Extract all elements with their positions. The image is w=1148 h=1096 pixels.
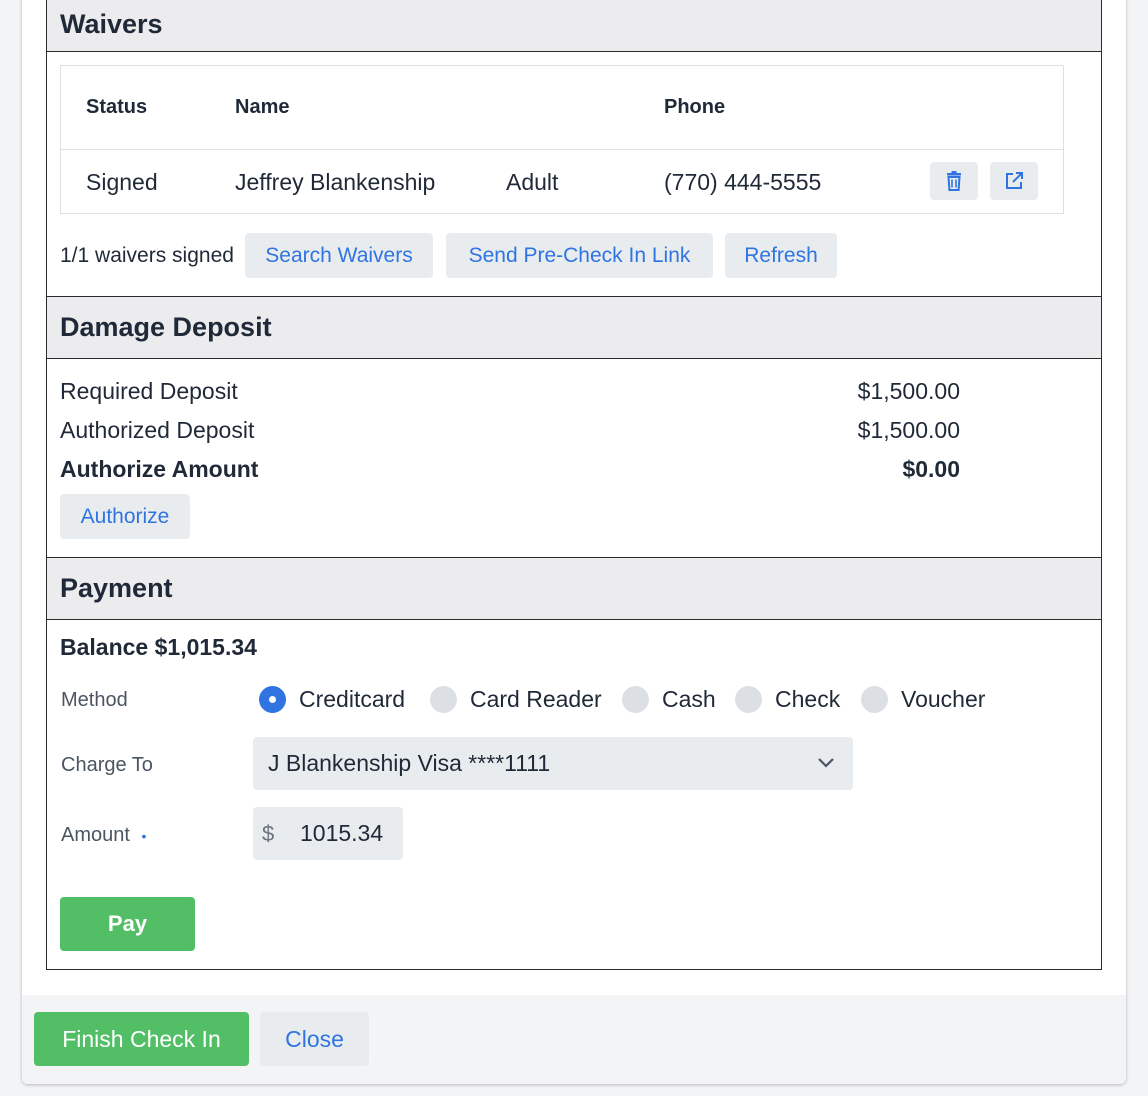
modal-footer: Finish Check In Close	[22, 995, 1126, 1084]
waiver-type: Adult	[506, 169, 559, 195]
close-button[interactable]: Close	[260, 1012, 369, 1066]
finish-check-in-button[interactable]: Finish Check In	[34, 1012, 249, 1066]
authorize-button[interactable]: Authorize	[60, 494, 190, 539]
row-divider	[61, 149, 1063, 150]
method-option-label: Cash	[662, 686, 716, 712]
method-option-label: Creditcard	[299, 686, 406, 712]
authorize-amount-label: Authorize Amount	[60, 456, 259, 482]
charge-to-label: Charge To	[61, 754, 153, 776]
modal-body: Waivers Status Name Phone Signed Jeffrey…	[46, 0, 1102, 970]
send-pre-check-in-link-button[interactable]: Send Pre-Check In Link	[446, 233, 713, 278]
required-marker: •	[141, 828, 147, 844]
radio-unselected-icon	[861, 686, 888, 713]
authorize-amount-value: $0.00	[902, 456, 960, 482]
amount-input[interactable]: 1015.34	[300, 820, 383, 847]
method-label: Method	[61, 689, 128, 711]
amount-input-group[interactable]: $ 1015.34	[253, 807, 403, 860]
open-waiver-button[interactable]	[990, 162, 1038, 200]
waiver-phone: (770) 444-5555	[664, 169, 822, 195]
method-option-label: Card Reader	[470, 686, 602, 712]
radio-unselected-icon	[430, 686, 457, 713]
method-radio-card-reader[interactable]: Card Reader	[430, 686, 602, 713]
search-waivers-button[interactable]: Search Waivers	[245, 233, 433, 278]
damage-deposit-header: Damage Deposit	[47, 296, 1101, 359]
external-link-icon	[1006, 172, 1023, 189]
charge-to-select[interactable]: J Blankenship Visa ****1111	[253, 737, 853, 790]
waivers-title: Waivers	[60, 9, 163, 39]
waivers-table: Status Name Phone Signed Jeffrey Blanken…	[60, 65, 1064, 214]
charge-to-value: J Blankenship Visa ****1111	[268, 750, 551, 776]
column-header-phone: Phone	[664, 96, 726, 118]
method-radio-voucher[interactable]: Voucher	[861, 686, 985, 713]
damage-deposit-title: Damage Deposit	[60, 312, 272, 342]
method-radio-cash[interactable]: Cash	[622, 686, 716, 713]
amount-label-group: Amount •	[61, 824, 146, 847]
column-header-status: Status	[86, 96, 148, 118]
radio-unselected-icon	[735, 686, 762, 713]
authorized-deposit-label: Authorized Deposit	[60, 417, 255, 443]
chevron-down-icon	[818, 758, 834, 768]
method-radio-check[interactable]: Check	[735, 686, 840, 713]
authorized-deposit-value: $1,500.00	[857, 417, 960, 443]
check-in-modal: Waivers Status Name Phone Signed Jeffrey…	[22, 0, 1126, 1084]
pay-button[interactable]: Pay	[60, 897, 195, 951]
balance-text: Balance $1,015.34	[60, 634, 257, 660]
radio-selected-icon	[259, 686, 286, 713]
refresh-button[interactable]: Refresh	[725, 233, 837, 278]
trash-icon	[947, 171, 961, 191]
method-option-label: Check	[775, 686, 841, 712]
currency-symbol: $	[262, 820, 275, 846]
waivers-summary: 1/1 waivers signed	[60, 244, 234, 267]
radio-unselected-icon	[622, 686, 649, 713]
payment-header: Payment	[47, 557, 1101, 620]
amount-label: Amount	[61, 824, 130, 846]
delete-waiver-button[interactable]	[930, 162, 978, 200]
method-radio-creditcard[interactable]: Creditcard	[259, 686, 405, 713]
waivers-header: Waivers	[47, 0, 1101, 52]
required-deposit-label: Required Deposit	[60, 378, 238, 404]
payment-title: Payment	[60, 573, 173, 603]
waiver-status: Signed	[86, 169, 158, 195]
method-option-label: Voucher	[901, 686, 986, 712]
column-header-name: Name	[235, 96, 290, 118]
waiver-name: Jeffrey Blankenship	[235, 169, 436, 195]
required-deposit-value: $1,500.00	[857, 378, 960, 404]
